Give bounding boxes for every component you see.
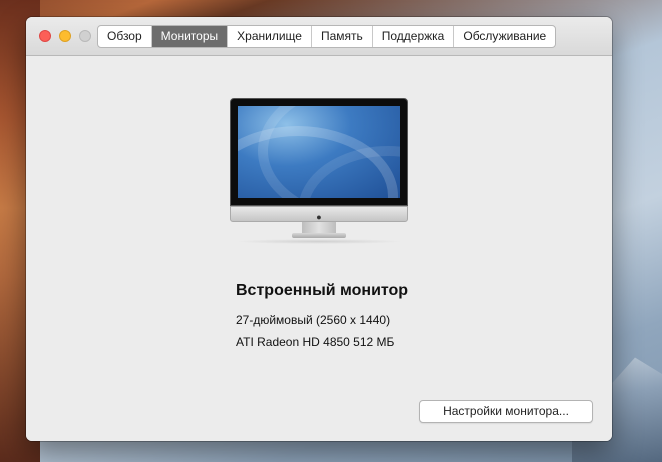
tab-storage[interactable]: Хранилище xyxy=(228,26,312,47)
tab-displays[interactable]: Мониторы xyxy=(151,26,229,47)
minimize-icon[interactable] xyxy=(59,30,71,42)
about-this-mac-window: Обзор Мониторы Хранилище Память Поддержк… xyxy=(26,17,612,441)
monitor-name: Встроенный монитор xyxy=(236,282,409,299)
imac-icon: ● xyxy=(230,98,408,244)
imac-chin: ● xyxy=(230,206,408,222)
imac-shadow xyxy=(235,239,403,244)
tab-support[interactable]: Поддержка xyxy=(373,26,455,47)
close-icon[interactable] xyxy=(39,30,51,42)
imac-wallpaper xyxy=(238,106,400,198)
title-bar: Обзор Мониторы Хранилище Память Поддержк… xyxy=(26,17,612,56)
tab-bar: Обзор Мониторы Хранилище Память Поддержк… xyxy=(97,25,557,48)
graphics-card: ATI Radeon HD 4850 512 МБ xyxy=(236,335,395,349)
monitor-resolution: 27-дюймовый (2560 x 1440) xyxy=(236,313,391,327)
tab-memory[interactable]: Память xyxy=(312,26,373,47)
zoom-icon[interactable] xyxy=(79,30,91,42)
tab-service[interactable]: Обслуживание xyxy=(454,26,555,47)
tab-overview[interactable]: Обзор xyxy=(98,26,152,47)
imac-base xyxy=(292,233,346,238)
display-settings-button[interactable]: Настройки монитора... xyxy=(419,400,593,423)
imac-screen xyxy=(230,98,408,206)
displays-panel: ● Встроенный монитор 27-дюймовый (2560 x… xyxy=(26,56,612,441)
